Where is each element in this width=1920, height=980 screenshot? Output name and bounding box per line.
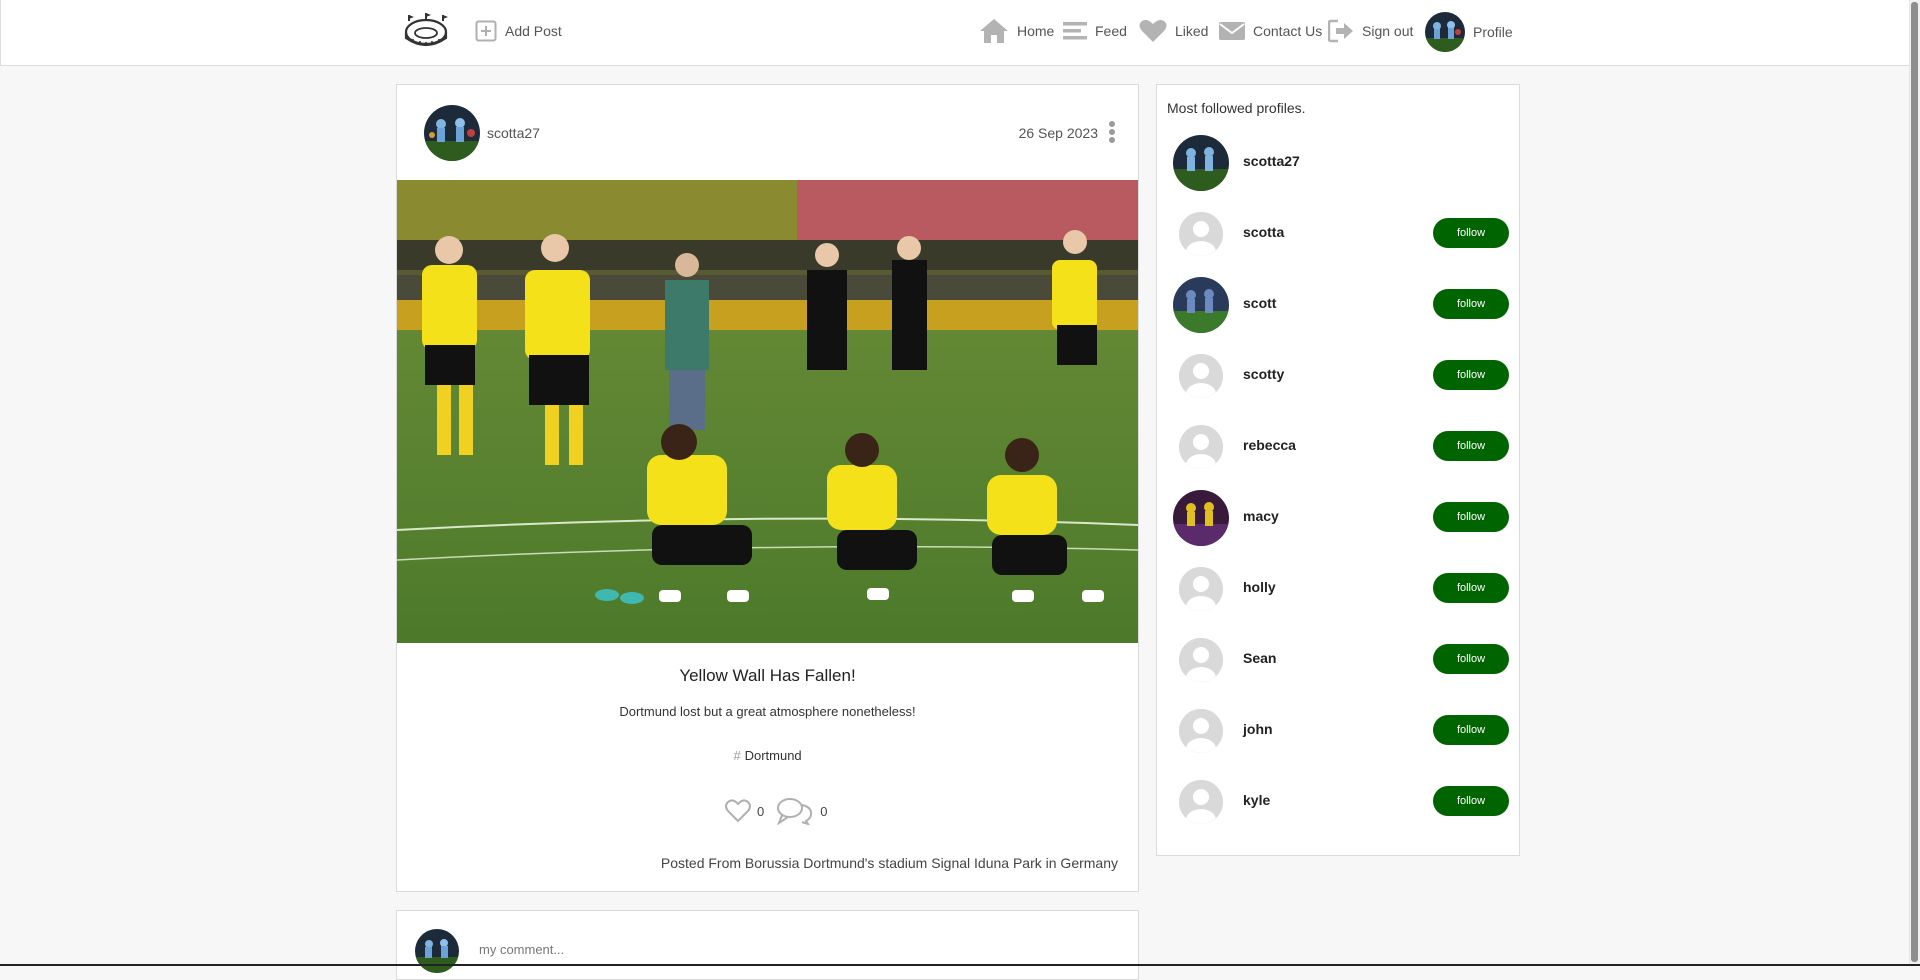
profile-row: scotta27 — [1173, 135, 1513, 191]
follow-button[interactable]: follow — [1433, 715, 1509, 745]
like-count: 0 — [757, 803, 765, 819]
post-author-avatar[interactable] — [424, 105, 480, 161]
post-tag[interactable]: # Dortmund — [397, 748, 1138, 763]
plus-square-icon — [475, 20, 497, 42]
profiles-title: Most followed profiles. — [1167, 100, 1306, 116]
nav-home-label: Home — [1017, 23, 1055, 39]
profile-row: kyle follow — [1173, 774, 1513, 830]
follow-button[interactable]: follow — [1433, 360, 1509, 390]
heart-icon — [1139, 20, 1167, 42]
nav-feed-label: Feed — [1095, 23, 1127, 39]
nav-contact-label: Contact Us — [1253, 23, 1323, 39]
comment-count: 0 — [820, 803, 828, 819]
follow-button[interactable]: follow — [1433, 431, 1509, 461]
nav-profile-label: Profile — [1473, 24, 1513, 40]
comments-icon[interactable] — [776, 797, 814, 825]
sign-out-icon — [1328, 19, 1353, 43]
nav-signout-label: Sign out — [1362, 23, 1414, 39]
comment-card — [396, 910, 1139, 980]
like-heart-icon[interactable] — [725, 799, 751, 823]
profile-name[interactable]: scotta — [1243, 224, 1284, 240]
profile-avatar[interactable] — [1173, 277, 1229, 333]
post-card: scotta27 26 Sep 2023 Yellow Wall Has Fal… — [396, 84, 1139, 892]
profile-row: holly follow — [1173, 561, 1513, 617]
envelope-icon — [1219, 22, 1245, 40]
post-author-name[interactable]: scotta27 — [487, 125, 540, 141]
profile-row: scotta follow — [1173, 206, 1513, 262]
post-tag-label: Dortmund — [744, 748, 802, 763]
follow-button[interactable]: follow — [1433, 644, 1509, 674]
comment-input[interactable] — [477, 937, 1081, 961]
profile-avatar[interactable] — [1173, 490, 1229, 546]
profile-name[interactable]: Sean — [1243, 650, 1276, 666]
nav-home[interactable]: Home — [979, 18, 1054, 44]
nav-add-post-label: Add Post — [505, 23, 562, 39]
follow-button[interactable]: follow — [1433, 502, 1509, 532]
post-title: Yellow Wall Has Fallen! — [679, 666, 856, 685]
nav-profile[interactable]: Profile — [1425, 12, 1513, 52]
default-avatar-icon[interactable] — [1179, 638, 1223, 682]
profile-name[interactable]: rebecca — [1243, 437, 1296, 453]
vertical-scrollbar[interactable] — [1909, 0, 1920, 966]
stadium-icon[interactable] — [403, 12, 449, 48]
post-body: Dortmund lost but a great atmosphere non… — [619, 704, 916, 719]
profile-name[interactable]: holly — [1243, 579, 1276, 595]
profile-row: rebecca follow — [1173, 419, 1513, 475]
post-options-menu-icon[interactable] — [1108, 121, 1116, 147]
scrollbar-thumb[interactable] — [1911, 2, 1918, 962]
profile-row: john follow — [1173, 703, 1513, 759]
nav-feed[interactable]: Feed — [1063, 18, 1127, 44]
post-image — [397, 180, 1138, 643]
nav-liked-label: Liked — [1175, 23, 1209, 39]
default-avatar-icon[interactable] — [1179, 212, 1223, 256]
default-avatar-icon[interactable] — [1179, 425, 1223, 469]
post-date: 26 Sep 2023 — [1018, 125, 1098, 141]
profile-name[interactable]: scott — [1243, 295, 1276, 311]
profile-row: scotty follow — [1173, 348, 1513, 404]
comment-user-avatar — [415, 929, 459, 973]
navbar-inner: Add Post Home Feed Liked Contact Us Sign… — [397, 0, 1513, 66]
default-avatar-icon[interactable] — [1179, 780, 1223, 824]
nav-liked[interactable]: Liked — [1139, 18, 1208, 44]
profile-name[interactable]: john — [1243, 721, 1273, 737]
default-avatar-icon[interactable] — [1179, 709, 1223, 753]
default-avatar-icon[interactable] — [1179, 354, 1223, 398]
nav-add-post[interactable]: Add Post — [475, 18, 562, 44]
profile-name[interactable]: macy — [1243, 508, 1279, 524]
follow-button[interactable]: follow — [1433, 573, 1509, 603]
profile-avatar[interactable] — [1173, 135, 1229, 191]
home-icon — [980, 19, 1008, 43]
profile-row: macy follow — [1173, 490, 1513, 546]
profile-avatar — [1425, 12, 1465, 52]
profile-name[interactable]: kyle — [1243, 792, 1270, 808]
profile-row: scott follow — [1173, 277, 1513, 333]
most-followed-profiles: Most followed profiles. scotta27 scotta fo… — [1156, 84, 1520, 856]
nav-signout[interactable]: Sign out — [1328, 18, 1413, 44]
navbar: Add Post Home Feed Liked Contact Us Sign… — [0, 0, 1918, 66]
post-location: Posted From Borussia Dortmund's stadium … — [660, 855, 1118, 871]
profile-name[interactable]: scotty — [1243, 366, 1284, 382]
follow-button[interactable]: follow — [1433, 218, 1509, 248]
feed-lines-icon — [1063, 22, 1087, 40]
profile-name[interactable]: scotta27 — [1243, 153, 1300, 169]
profile-row: Sean follow — [1173, 632, 1513, 688]
default-avatar-icon[interactable] — [1179, 567, 1223, 611]
post-stats: 0 0 — [725, 797, 827, 825]
nav-contact[interactable]: Contact Us — [1219, 18, 1322, 44]
follow-button[interactable]: follow — [1433, 786, 1509, 816]
follow-button[interactable]: follow — [1433, 289, 1509, 319]
hashtag-icon: # — [733, 748, 741, 763]
